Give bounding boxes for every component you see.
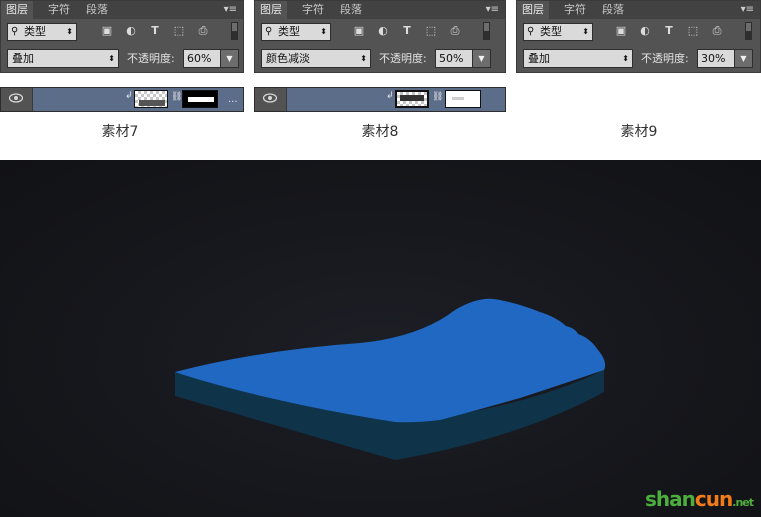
eye-icon	[263, 93, 277, 103]
panel-tab-bar: 图层 字符 段落 ▾≡	[255, 1, 505, 19]
opacity-input[interactable]: 60%	[183, 49, 221, 68]
visibility-toggle[interactable]	[1, 88, 33, 111]
filter-type-label: 类型	[540, 25, 562, 38]
filter-type-label: 类型	[278, 25, 300, 38]
tab-paragraph[interactable]: 段落	[81, 1, 113, 19]
blend-mode-value: 颜色减淡	[266, 52, 310, 65]
visibility-toggle[interactable]	[255, 88, 287, 111]
opacity-input[interactable]: 30%	[697, 49, 735, 68]
tab-layers[interactable]: 图层	[255, 1, 287, 19]
filter-toggle[interactable]	[483, 22, 490, 40]
layers-panel-1: 图层 字符 段落 ▾≡ ⚲ 类型 ⬍ ▣ ◐ T ⬚ ⎙ 叠加 ⬍ 不透明度: …	[0, 0, 244, 73]
filter-toggle[interactable]	[231, 22, 238, 40]
filter-toggle[interactable]	[745, 22, 752, 40]
search-icon: ⚲	[11, 26, 19, 37]
select-arrows-icon: ⬍	[108, 54, 115, 63]
blend-mode-select[interactable]: 叠加 ⬍	[523, 49, 633, 68]
eye-icon	[9, 93, 23, 103]
tab-paragraph[interactable]: 段落	[335, 1, 367, 19]
island-illustration	[175, 298, 606, 460]
caption-material-9: 素材9	[620, 124, 658, 140]
panel-menu-icon[interactable]: ▾≡	[224, 4, 237, 15]
tab-layers[interactable]: 图层	[1, 1, 33, 19]
watermark-part1: shan	[645, 487, 696, 511]
smart-object-icon[interactable]: ⎙	[711, 25, 723, 37]
select-arrows-icon: ⬍	[582, 27, 589, 36]
blend-mode-select[interactable]: 叠加 ⬍	[7, 49, 119, 68]
tab-character[interactable]: 字符	[297, 1, 329, 19]
caption-material-8: 素材8	[361, 124, 399, 140]
watermark-suffix: .net	[732, 496, 754, 509]
adjustment-icon[interactable]: ◐	[125, 25, 137, 37]
smart-object-icon[interactable]: ⎙	[197, 25, 209, 37]
clipping-arrow-icon: ↲	[125, 91, 133, 101]
select-arrows-icon: ⬍	[320, 27, 327, 36]
more-icon[interactable]: ...	[228, 94, 238, 105]
layers-panel-2: 图层 字符 段落 ▾≡ ⚲ 类型 ⬍ ▣ ◐ T ⬚ ⎙ 颜色减淡 ⬍ 不透明度…	[254, 0, 506, 73]
layer-thumbnail[interactable]	[134, 90, 168, 108]
clipping-arrow-icon: ↲	[386, 91, 394, 101]
opacity-input[interactable]: 50%	[435, 49, 473, 68]
panel-menu-icon[interactable]: ▾≡	[741, 4, 754, 15]
filter-type-select[interactable]: ⚲ 类型 ⬍	[523, 23, 593, 41]
tab-character[interactable]: 字符	[559, 1, 591, 19]
opacity-dropdown-button[interactable]: ▼	[472, 49, 491, 68]
link-icon[interactable]: ⛓	[171, 92, 182, 102]
adjustment-icon[interactable]: ◐	[377, 25, 389, 37]
watermark: shancun.net	[645, 487, 754, 511]
filter-type-label: 类型	[24, 25, 46, 38]
tab-paragraph[interactable]: 段落	[597, 1, 629, 19]
filter-type-select[interactable]: ⚲ 类型 ⬍	[261, 23, 331, 41]
layer-row-1[interactable]: ↲ ⛓ ...	[0, 87, 244, 112]
layer-row-2[interactable]: ↲ ⛓	[254, 87, 506, 112]
search-icon: ⚲	[265, 26, 273, 37]
opacity-label: 不透明度:	[379, 52, 427, 65]
filter-type-select[interactable]: ⚲ 类型 ⬍	[7, 23, 77, 41]
opacity-dropdown-button[interactable]: ▼	[734, 49, 753, 68]
layer-thumbnail[interactable]	[395, 90, 429, 108]
shape-icon[interactable]: ⬚	[173, 25, 185, 37]
smart-object-icon[interactable]: ⎙	[449, 25, 461, 37]
image-icon[interactable]: ▣	[101, 25, 113, 37]
link-icon[interactable]: ⛓	[432, 92, 443, 102]
preview-canvas: shancun.net	[0, 160, 761, 517]
layers-panel-3: 图层 字符 段落 ▾≡ ⚲ 类型 ⬍ ▣ ◐ T ⬚ ⎙ 叠加 ⬍ 不透明度: …	[516, 0, 761, 73]
select-arrows-icon: ⬍	[360, 54, 367, 63]
tab-character[interactable]: 字符	[43, 1, 75, 19]
panel-tab-bar: 图层 字符 段落 ▾≡	[517, 1, 760, 19]
shape-icon[interactable]: ⬚	[687, 25, 699, 37]
adjustment-icon[interactable]: ◐	[639, 25, 651, 37]
select-arrows-icon: ⬍	[66, 27, 73, 36]
layer-mask-thumbnail[interactable]	[445, 90, 481, 108]
layer-mask-thumbnail[interactable]	[182, 90, 218, 108]
image-icon[interactable]: ▣	[353, 25, 365, 37]
opacity-label: 不透明度:	[127, 52, 175, 65]
search-icon: ⚲	[527, 26, 535, 37]
panel-tab-bar: 图层 字符 段落 ▾≡	[1, 1, 243, 19]
text-icon[interactable]: T	[401, 25, 413, 37]
blend-mode-value: 叠加	[12, 52, 34, 65]
text-icon[interactable]: T	[663, 25, 675, 37]
caption-material-7: 素材7	[101, 124, 139, 140]
opacity-dropdown-button[interactable]: ▼	[220, 49, 239, 68]
shape-icon[interactable]: ⬚	[425, 25, 437, 37]
opacity-label: 不透明度:	[641, 52, 689, 65]
blend-mode-value: 叠加	[528, 52, 550, 65]
tab-layers[interactable]: 图层	[517, 1, 549, 19]
image-icon[interactable]: ▣	[615, 25, 627, 37]
watermark-part2: cun	[694, 487, 733, 511]
select-arrows-icon: ⬍	[622, 54, 629, 63]
panel-menu-icon[interactable]: ▾≡	[486, 4, 499, 15]
text-icon[interactable]: T	[149, 25, 161, 37]
blend-mode-select[interactable]: 颜色减淡 ⬍	[261, 49, 371, 68]
